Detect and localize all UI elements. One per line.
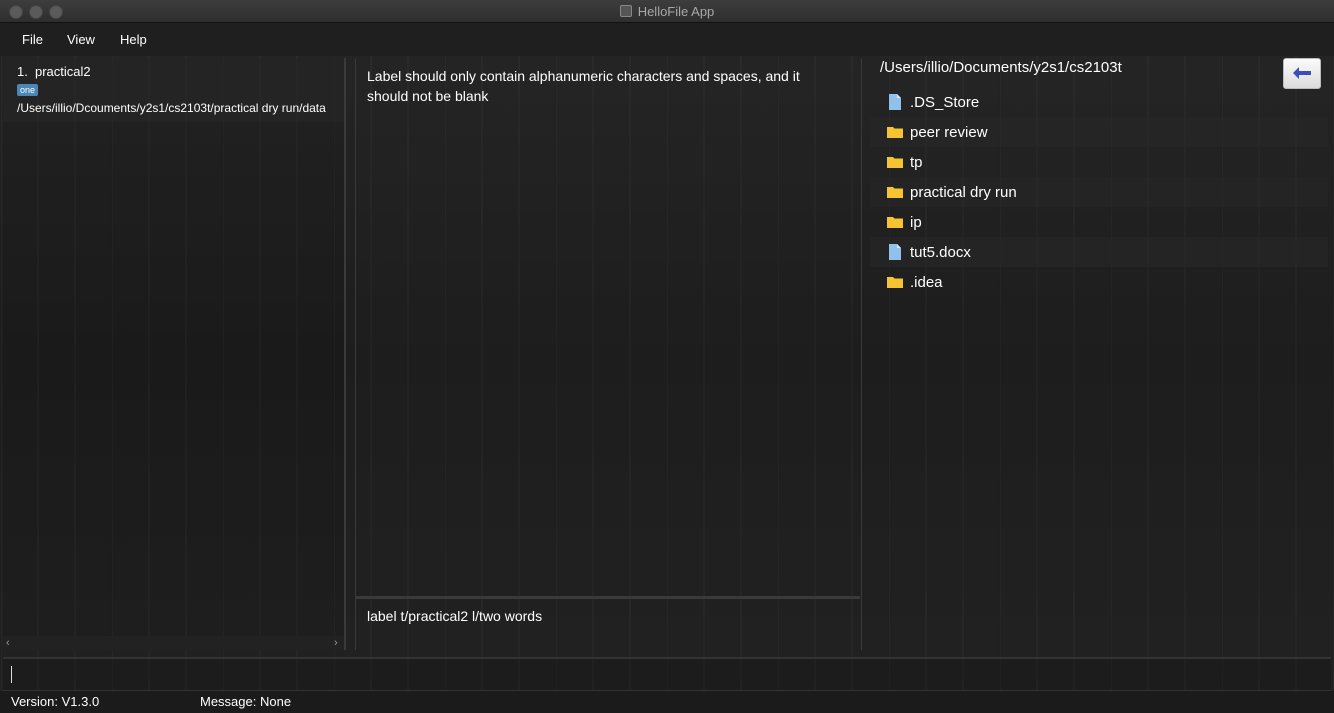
text-caret (11, 666, 12, 683)
window-title: HelloFile App (637, 4, 715, 19)
tag-card-path: /Users/illio/Dcouments/y2s1/cs2103t/prac… (17, 101, 326, 115)
menu-help[interactable]: Help (120, 32, 147, 47)
file-entry-name: peer review (910, 124, 988, 141)
title-bar: HelloFile App (0, 0, 1334, 23)
folder-icon (887, 217, 903, 228)
file-icon (889, 94, 901, 110)
folder-icon (887, 157, 903, 168)
file-entry-name: .idea (910, 274, 943, 291)
app-icon (619, 5, 632, 17)
result-message: Label should only contain alphanumeric c… (367, 68, 800, 104)
file-icon (889, 244, 901, 260)
file-entry[interactable]: .idea (870, 267, 1328, 297)
window-title-container: HelloFile App (0, 4, 1334, 19)
file-browser-panel: /Users/illio/Documents/y2s1/cs2103t .DS_… (870, 58, 1328, 650)
file-entry-name: .DS_Store (910, 94, 980, 111)
tag-card-name: practical2 (35, 64, 91, 79)
folder-icon (887, 277, 903, 288)
tag-card-index: 1. (17, 64, 28, 79)
file-list: .DS_Storepeer review tp practical dry run i… (870, 87, 1328, 297)
scroll-right-icon[interactable]: › (334, 636, 338, 650)
last-command: label t/practical2 l/two words (367, 608, 543, 624)
tag-card[interactable]: 1. practical2 one /Users/illio/Dcouments… (3, 58, 344, 122)
file-entry[interactable]: peer review (870, 117, 1328, 147)
back-button[interactable] (1283, 58, 1321, 89)
file-entry-name: practical dry run (910, 184, 1017, 201)
tag-label-badge: one (17, 84, 39, 96)
command-input[interactable] (3, 657, 1331, 692)
folder-icon (887, 187, 903, 198)
file-entry-name: ip (910, 214, 922, 231)
result-panel: Label should only contain alphanumeric c… (355, 58, 862, 650)
result-display: Label should only contain alphanumeric c… (356, 58, 860, 599)
file-entry[interactable]: .DS_Store (870, 87, 1328, 117)
scroll-left-icon[interactable]: ‹ (6, 636, 10, 650)
horizontal-scrollbar[interactable]: ‹ › (3, 636, 344, 650)
status-message: Message: None (200, 694, 292, 709)
command-history: label t/practical2 l/two words (356, 601, 860, 650)
file-entry[interactable]: practical dry run (870, 177, 1328, 207)
folder-icon (887, 127, 903, 138)
left-arrow-icon (1293, 67, 1311, 79)
version-label: Version: V1.3.0 (11, 694, 100, 709)
current-directory-path: /Users/illio/Documents/y2s1/cs2103t (880, 59, 1122, 76)
app-window: HelloFile App File View Help 1. practica… (0, 0, 1334, 713)
file-entry-name: tp (910, 154, 923, 171)
file-entry[interactable]: ip (870, 207, 1328, 237)
file-entry[interactable]: tp (870, 147, 1328, 177)
tag-list-panel: 1. practical2 one /Users/illio/Dcouments… (3, 58, 346, 650)
file-entry[interactable]: tut5.docx (870, 237, 1328, 267)
status-bar: Version: V1.3.0 Message: None (0, 691, 1334, 713)
file-entry-name: tut5.docx (910, 244, 971, 261)
menu-bar: File View Help (0, 23, 1334, 56)
menu-view[interactable]: View (67, 32, 95, 47)
menu-file[interactable]: File (22, 32, 43, 47)
